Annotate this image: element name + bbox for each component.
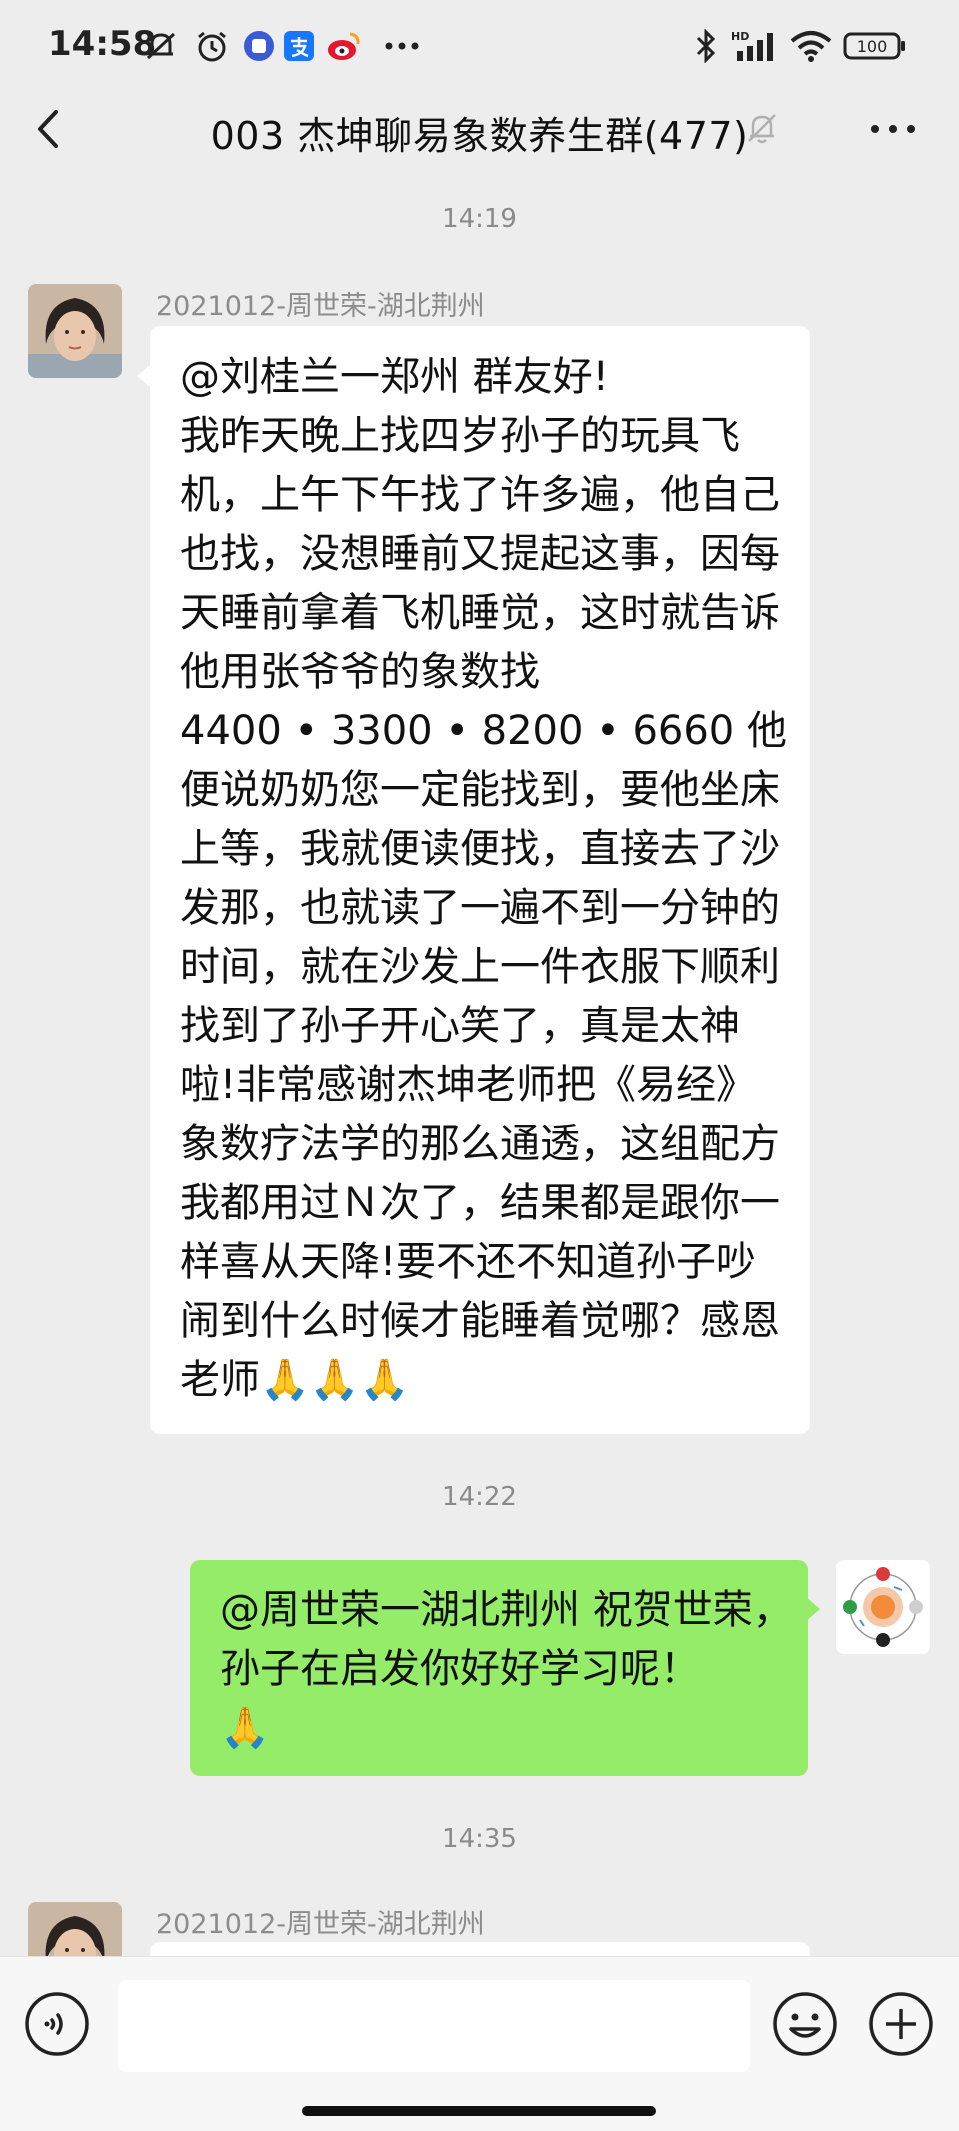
message-line: 找到了孙子开心笑了，真是太神: [180, 1003, 740, 1049]
mute-notification-icon: [140, 26, 182, 66]
bubble-tail: [806, 1597, 820, 1621]
battery-icon: 100: [842, 26, 908, 66]
avatar[interactable]: [28, 284, 122, 378]
avatar[interactable]: [28, 1902, 122, 1956]
status-bar: 14:58 HD 100: [0, 0, 959, 92]
message-line: 我昨天晚上找四岁孙子的玩具飞: [180, 413, 740, 459]
plus-icon[interactable]: [868, 1991, 934, 2057]
message-line: 天睡前拿着飞机睡觉，这时就告诉: [180, 590, 780, 636]
svg-text:HD: HD: [731, 30, 749, 43]
tieba-app-icon: [242, 26, 276, 66]
message-timestamp: 14:22: [442, 1482, 517, 1512]
emoji-icon[interactable]: [772, 1991, 838, 2057]
avatar[interactable]: [836, 1560, 930, 1654]
message-line: 我都用过Ｎ次了，结果都是跟你一: [180, 1180, 780, 1226]
message-line: 也找，没想睡前又提起这事，因每: [180, 531, 780, 577]
mute-bell-icon: [744, 110, 780, 146]
message-line: @刘桂兰一郑州 群友好!: [180, 354, 609, 400]
voice-icon[interactable]: [24, 1991, 90, 2057]
sender-name: 2021012-周世荣-湖北荆州: [156, 291, 485, 322]
message-line: 老师🙏🙏🙏: [180, 1351, 800, 1410]
bubble-tail: [137, 364, 151, 388]
message-line: 机，上午下午找了许多遍，他自己: [180, 472, 780, 518]
chat-title: 003 杰坤聊易象数养生群(477): [210, 114, 749, 158]
praying-hands-emoji: 🙏🙏🙏: [260, 1357, 410, 1403]
weibo-app-icon: [324, 26, 364, 66]
message-line: 孙子在启发你好好学习呢！: [220, 1646, 700, 1692]
message-line: 象数疗法学的那么通透，这组配方: [180, 1121, 780, 1167]
wifi-icon: [788, 26, 834, 66]
more-dots-icon: [382, 26, 422, 66]
message-line: 时间，就在沙发上一件衣服下顺利: [180, 944, 780, 990]
bluetooth-icon: [692, 26, 720, 66]
alarm-icon: [192, 26, 232, 66]
message-line: 便说奶奶您一定能找到，要他坐床: [180, 767, 780, 813]
message-line: 样喜从天降!要不还不知道孙子吵: [180, 1239, 757, 1285]
more-icon[interactable]: [866, 114, 920, 144]
message-line: 啦!非常感谢杰坤老师把《易经》: [180, 1062, 757, 1108]
hd-signal-icon: HD: [730, 26, 780, 66]
message-line: 4400 • 3300 • 8200 • 6660 他: [180, 708, 787, 754]
alipay-app-icon: [282, 26, 316, 66]
incoming-message-text[interactable]: @刘桂兰一郑州 群友好! 我昨天晚上找四岁孙子的玩具飞 机，上午下午找了许多遍，…: [180, 348, 800, 1410]
sender-name: 2021012-周世荣-湖北荆州: [156, 1909, 485, 1940]
message-input[interactable]: [118, 1980, 750, 2072]
outgoing-message-text[interactable]: @周世荣一湖北荆州 祝贺世荣， 孙子在启发你好好学习呢！ 🙏: [220, 1581, 800, 1758]
message-line: 发那，也就读了一遍不到一分钟的: [180, 885, 780, 931]
message-line: 他用张爷爷的象数找: [180, 649, 540, 695]
message-line: @周世荣一湖北荆州 祝贺世荣，: [220, 1587, 793, 1633]
battery-level: 100: [857, 37, 888, 56]
praying-hands-emoji: 🙏: [220, 1705, 270, 1751]
home-indicator[interactable]: [302, 2106, 656, 2116]
message-line-text: 老师: [180, 1357, 260, 1403]
message-line: 上等，我就便读便找，直接去了沙: [180, 826, 780, 872]
message-timestamp: 14:35: [442, 1824, 517, 1854]
message-line: 闹到什么时候才能睡着觉哪？感恩: [180, 1298, 780, 1344]
message-timestamp: 14:19: [442, 204, 517, 234]
